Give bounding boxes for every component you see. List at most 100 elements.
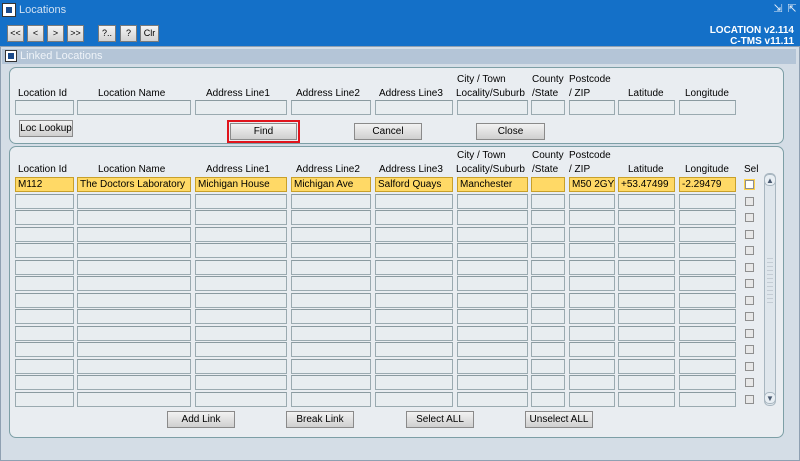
- row-6-address-line3-field[interactable]: [375, 260, 453, 275]
- row-12-select-checkbox[interactable]: [745, 362, 754, 371]
- row-7-select-checkbox[interactable]: [745, 279, 754, 288]
- row-8-select-checkbox[interactable]: [745, 296, 754, 305]
- row-6-address-line1-field[interactable]: [195, 260, 287, 275]
- row-5-select-checkbox[interactable]: [745, 246, 754, 255]
- row-12-location-id-field[interactable]: [15, 359, 74, 374]
- scroll-up-icon[interactable]: ▲: [764, 174, 776, 186]
- row-11-address-line1-field[interactable]: [195, 342, 287, 357]
- row-14-longitude-field[interactable]: [679, 392, 736, 407]
- close-button[interactable]: Close: [476, 123, 545, 140]
- row-8-county-field[interactable]: [531, 293, 565, 308]
- row-12-city-field[interactable]: [457, 359, 528, 374]
- row-7-address-line1-field[interactable]: [195, 276, 287, 291]
- row-13-longitude-field[interactable]: [679, 375, 736, 390]
- row-10-address-line3-field[interactable]: [375, 326, 453, 341]
- row-6-address-line2-field[interactable]: [291, 260, 371, 275]
- row-13-select-checkbox[interactable]: [745, 378, 754, 387]
- row-6-select-checkbox[interactable]: [745, 263, 754, 272]
- row-1-longitude-field[interactable]: -2.29479: [679, 177, 736, 192]
- row-3-postcode-field[interactable]: [569, 210, 615, 225]
- row-1-address-line1-field[interactable]: Michigan House: [195, 177, 287, 192]
- row-11-location-name-field[interactable]: [77, 342, 191, 357]
- row-6-postcode-field[interactable]: [569, 260, 615, 275]
- add-link-button[interactable]: Add Link: [167, 411, 235, 428]
- search-location-id-field[interactable]: [15, 100, 74, 115]
- row-3-longitude-field[interactable]: [679, 210, 736, 225]
- row-12-longitude-field[interactable]: [679, 359, 736, 374]
- row-8-latitude-field[interactable]: [618, 293, 675, 308]
- row-13-postcode-field[interactable]: [569, 375, 615, 390]
- row-11-address-line2-field[interactable]: [291, 342, 371, 357]
- row-5-city-field[interactable]: [457, 243, 528, 258]
- row-8-address-line1-field[interactable]: [195, 293, 287, 308]
- row-8-address-line3-field[interactable]: [375, 293, 453, 308]
- row-9-latitude-field[interactable]: [618, 309, 675, 324]
- row-12-address-line1-field[interactable]: [195, 359, 287, 374]
- row-5-address-line1-field[interactable]: [195, 243, 287, 258]
- select-all-button[interactable]: Select ALL: [406, 411, 474, 428]
- last-record-button[interactable]: >>: [67, 25, 84, 42]
- row-3-location-name-field[interactable]: [77, 210, 191, 225]
- row-1-city-field[interactable]: Manchester: [457, 177, 528, 192]
- row-14-county-field[interactable]: [531, 392, 565, 407]
- row-7-address-line2-field[interactable]: [291, 276, 371, 291]
- row-2-city-field[interactable]: [457, 194, 528, 209]
- row-3-city-field[interactable]: [457, 210, 528, 225]
- row-6-county-field[interactable]: [531, 260, 565, 275]
- row-11-location-id-field[interactable]: [15, 342, 74, 357]
- row-9-longitude-field[interactable]: [679, 309, 736, 324]
- row-3-address-line3-field[interactable]: [375, 210, 453, 225]
- row-8-longitude-field[interactable]: [679, 293, 736, 308]
- row-13-address-line2-field[interactable]: [291, 375, 371, 390]
- row-7-postcode-field[interactable]: [569, 276, 615, 291]
- row-9-location-name-field[interactable]: [77, 309, 191, 324]
- row-14-address-line3-field[interactable]: [375, 392, 453, 407]
- row-13-location-id-field[interactable]: [15, 375, 74, 390]
- maximize-icon[interactable]: ⇱: [786, 3, 798, 15]
- row-4-address-line1-field[interactable]: [195, 227, 287, 242]
- row-2-address-line1-field[interactable]: [195, 194, 287, 209]
- row-7-location-id-field[interactable]: [15, 276, 74, 291]
- row-14-location-name-field[interactable]: [77, 392, 191, 407]
- row-2-address-line3-field[interactable]: [375, 194, 453, 209]
- row-9-select-checkbox[interactable]: [745, 312, 754, 321]
- row-10-county-field[interactable]: [531, 326, 565, 341]
- row-5-location-id-field[interactable]: [15, 243, 74, 258]
- row-11-longitude-field[interactable]: [679, 342, 736, 357]
- row-12-address-line3-field[interactable]: [375, 359, 453, 374]
- row-3-latitude-field[interactable]: [618, 210, 675, 225]
- row-14-latitude-field[interactable]: [618, 392, 675, 407]
- row-7-address-line3-field[interactable]: [375, 276, 453, 291]
- row-9-address-line3-field[interactable]: [375, 309, 453, 324]
- row-14-select-checkbox[interactable]: [745, 395, 754, 404]
- row-6-longitude-field[interactable]: [679, 260, 736, 275]
- row-3-county-field[interactable]: [531, 210, 565, 225]
- row-1-location-id-field[interactable]: M112: [15, 177, 74, 192]
- row-1-address-line2-field[interactable]: Michigan Ave: [291, 177, 371, 192]
- row-10-select-checkbox[interactable]: [745, 329, 754, 338]
- row-13-address-line1-field[interactable]: [195, 375, 287, 390]
- next-record-button[interactable]: >: [47, 25, 64, 42]
- row-4-latitude-field[interactable]: [618, 227, 675, 242]
- row-7-county-field[interactable]: [531, 276, 565, 291]
- row-1-location-name-field[interactable]: The Doctors Laboratory: [77, 177, 191, 192]
- row-12-postcode-field[interactable]: [569, 359, 615, 374]
- row-13-location-name-field[interactable]: [77, 375, 191, 390]
- search-postcode-field[interactable]: [569, 100, 615, 115]
- row-7-location-name-field[interactable]: [77, 276, 191, 291]
- row-2-location-name-field[interactable]: [77, 194, 191, 209]
- query-button[interactable]: ?..: [98, 25, 116, 42]
- scroll-down-icon[interactable]: ▼: [764, 392, 776, 404]
- row-8-location-name-field[interactable]: [77, 293, 191, 308]
- row-4-address-line3-field[interactable]: [375, 227, 453, 242]
- row-11-city-field[interactable]: [457, 342, 528, 357]
- break-link-button[interactable]: Break Link: [286, 411, 354, 428]
- row-4-county-field[interactable]: [531, 227, 565, 242]
- row-6-city-field[interactable]: [457, 260, 528, 275]
- row-9-county-field[interactable]: [531, 309, 565, 324]
- help-button[interactable]: ?: [120, 25, 137, 42]
- row-4-address-line2-field[interactable]: [291, 227, 371, 242]
- row-8-city-field[interactable]: [457, 293, 528, 308]
- row-12-latitude-field[interactable]: [618, 359, 675, 374]
- row-6-location-name-field[interactable]: [77, 260, 191, 275]
